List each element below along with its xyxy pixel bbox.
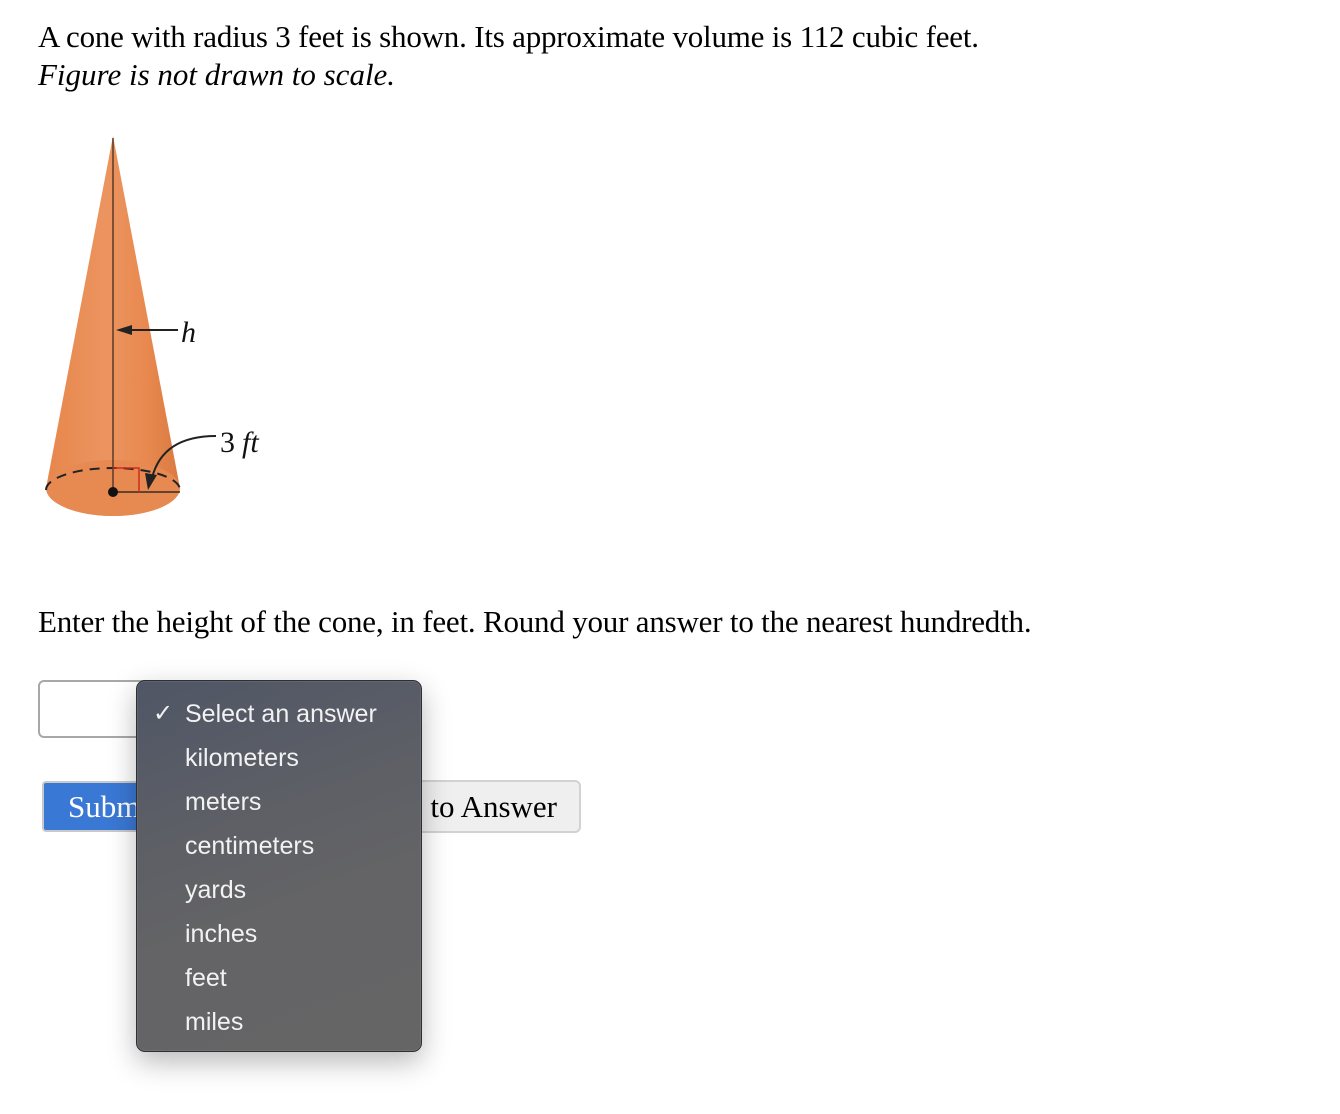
dropdown-option-yards[interactable]: yards [137,868,421,912]
option-label: feet [185,964,227,992]
radius-label-number: 3 [220,426,235,459]
unit-dropdown-menu[interactable]: ✓ Select an answer kilometers meters cen… [136,680,422,1052]
option-label: miles [185,1008,244,1036]
prompt-text: Enter the height of the cone, in feet. R… [38,604,1032,639]
dropdown-option-select-an-answer[interactable]: ✓ Select an answer [137,692,421,736]
dropdown-option-meters[interactable]: meters [137,780,421,824]
option-label: inches [185,920,258,948]
dropdown-option-kilometers[interactable]: kilometers [137,736,421,780]
option-label: kilometers [185,744,299,772]
checkmark-icon: ✓ [153,700,174,727]
cone-figure: h 3 ft [45,136,259,516]
option-label: yards [185,876,247,904]
dropdown-option-feet[interactable]: feet [137,956,421,1000]
scale-note: Figure is not drawn to scale. [38,57,396,92]
radius-label-unit: ft [242,426,259,459]
dropdown-option-miles[interactable]: miles [137,1000,421,1044]
center-point [108,487,118,497]
dropdown-option-inches[interactable]: inches [137,912,421,956]
height-label: h [181,316,196,349]
option-label: centimeters [185,832,315,860]
option-label: meters [185,788,262,816]
dropdown-option-centimeters[interactable]: centimeters [137,824,421,868]
option-label: Select an answer [185,700,377,728]
question-text: A cone with radius 3 feet is shown. Its … [38,19,979,54]
